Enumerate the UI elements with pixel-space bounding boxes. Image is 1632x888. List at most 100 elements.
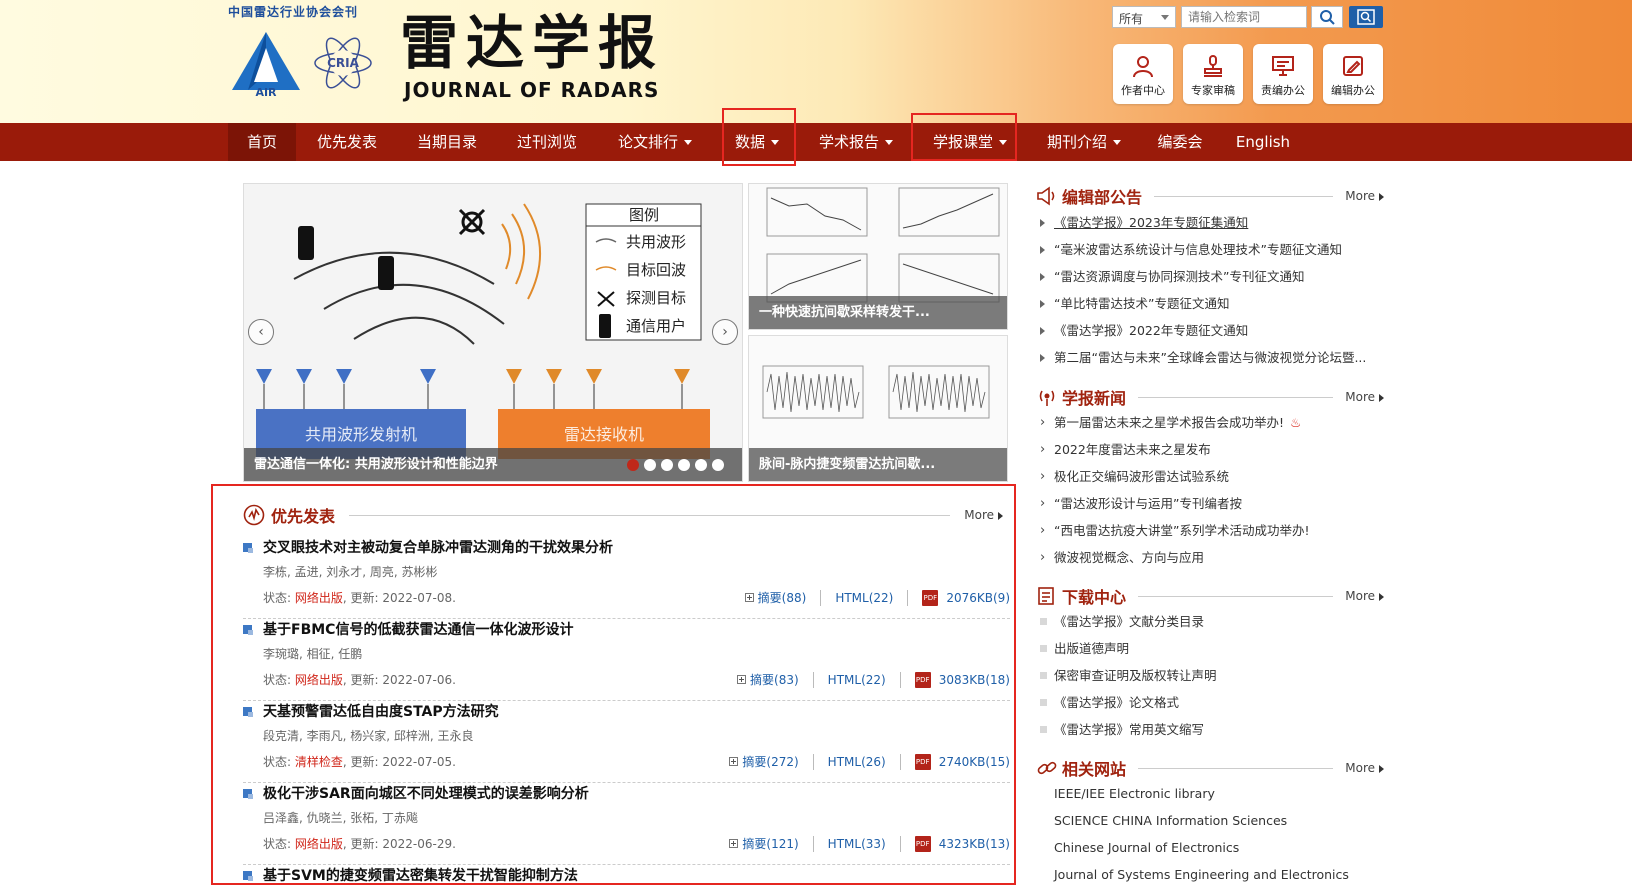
thumb-caption[interactable]: 脉间-脉内捷变频雷达抗间歇... bbox=[749, 448, 1007, 481]
download-item[interactable]: 《雷达学报》常用英文缩写 bbox=[1040, 716, 1375, 743]
news-item[interactable]: › 第一届雷达未来之星学术报告会成功举办! ♨ bbox=[1040, 409, 1375, 436]
article-title[interactable]: 天基预警雷达低自由度STAP方法研究 bbox=[263, 701, 499, 721]
nav-home[interactable]: 首页 bbox=[228, 123, 296, 161]
featured-thumb-2[interactable]: 脉间-脉内捷变频雷达抗间歇... bbox=[748, 335, 1008, 482]
responsible-editor-button[interactable]: 责编办公 bbox=[1253, 44, 1313, 104]
article-title[interactable]: 基于SVM的捷变频雷达密集转发干扰智能抑制方法 bbox=[263, 865, 578, 885]
notice-item[interactable]: “单比特雷达技术”专题征文通知 bbox=[1040, 290, 1375, 317]
notice-item[interactable]: “毫米波雷达系统设计与信息处理技术”专题征文通知 bbox=[1040, 236, 1375, 263]
editorial-office-button[interactable]: 编辑办公 bbox=[1323, 44, 1383, 104]
news-item[interactable]: › “西电雷达抗疫大讲堂”系列学术活动成功举办! bbox=[1040, 517, 1375, 544]
priority-more-link[interactable]: More bbox=[964, 508, 1003, 522]
news-more-link[interactable]: More bbox=[1345, 390, 1384, 404]
download-item[interactable]: 保密审查证明及版权转让声明 bbox=[1040, 662, 1375, 689]
nav-data[interactable]: 数据 bbox=[722, 123, 792, 161]
featured-carousel[interactable]: 图例 共用波形 目标回波 探测目标 通信用户 共用波形发射机 雷达接收机 ‹ ›… bbox=[243, 183, 743, 482]
pdf-icon[interactable]: PDF bbox=[914, 671, 931, 688]
pdf-icon[interactable]: PDF bbox=[914, 835, 931, 852]
related-site-item[interactable]: Chinese Journal of Electronics bbox=[1040, 834, 1375, 861]
download-link[interactable]: 《雷达学报》常用英文缩写 bbox=[1054, 722, 1204, 737]
links-more-link[interactable]: More bbox=[1345, 761, 1384, 775]
html-link[interactable]: HTML(26) bbox=[828, 755, 886, 769]
download-link[interactable]: 《雷达学报》文献分类目录 bbox=[1054, 614, 1204, 629]
advanced-search-button[interactable] bbox=[1349, 6, 1383, 28]
carousel-dot[interactable] bbox=[661, 459, 673, 471]
news-item[interactable]: › “雷达波形设计与运用”专刊编者按 bbox=[1040, 490, 1375, 517]
notice-link[interactable]: 《雷达学报》2023年专题征集通知 bbox=[1054, 215, 1248, 230]
expand-icon[interactable] bbox=[744, 593, 754, 602]
expand-icon[interactable] bbox=[729, 839, 739, 848]
abstract-link[interactable]: 摘要(88) bbox=[758, 589, 807, 606]
pdf-link[interactable]: 4323KB(13) bbox=[939, 837, 1010, 851]
pdf-link[interactable]: 3083KB(18) bbox=[939, 673, 1010, 687]
news-link[interactable]: 2022年度雷达未来之星发布 bbox=[1054, 442, 1211, 457]
carousel-dot[interactable] bbox=[678, 459, 690, 471]
html-link[interactable]: HTML(22) bbox=[828, 673, 886, 687]
notice-item[interactable]: 《雷达学报》2022年专题征文通知 bbox=[1040, 317, 1375, 344]
news-item[interactable]: › 极化正交编码波形雷达试验系统 bbox=[1040, 463, 1375, 490]
author-center-button[interactable]: 作者中心 bbox=[1113, 44, 1173, 104]
related-site-link[interactable]: SCIENCE CHINA Information Sciences bbox=[1054, 813, 1287, 828]
related-site-link[interactable]: IEEE/IEE Electronic library bbox=[1054, 786, 1215, 801]
abstract-link[interactable]: 摘要(272) bbox=[742, 753, 798, 770]
related-site-link[interactable]: Chinese Journal of Electronics bbox=[1054, 840, 1239, 855]
download-link[interactable]: 出版道德声明 bbox=[1054, 641, 1129, 656]
html-link[interactable]: HTML(22) bbox=[835, 591, 893, 605]
expand-icon[interactable] bbox=[729, 757, 739, 766]
thumb-caption[interactable]: 一种快速抗间歇采样转发干... bbox=[749, 296, 1007, 329]
carousel-dot[interactable] bbox=[712, 459, 724, 471]
abstract-link[interactable]: 摘要(83) bbox=[750, 671, 799, 688]
nav-archive[interactable]: 过刊浏览 bbox=[505, 123, 589, 161]
nav-english[interactable]: English bbox=[1226, 123, 1300, 161]
download-link[interactable]: 保密审查证明及版权转让声明 bbox=[1054, 668, 1217, 683]
expand-icon[interactable] bbox=[737, 675, 747, 684]
downloads-more-link[interactable]: More bbox=[1345, 589, 1384, 603]
carousel-dot[interactable] bbox=[695, 459, 707, 471]
notice-item[interactable]: 第二届“雷达与未来”全球峰会雷达与微波视觉分论坛暨... bbox=[1040, 344, 1375, 371]
notice-link[interactable]: 第二届“雷达与未来”全球峰会雷达与微波视觉分论坛暨... bbox=[1054, 350, 1366, 365]
related-site-item[interactable]: Journal of Systems Engineering and Elect… bbox=[1040, 861, 1375, 888]
notice-link[interactable]: 《雷达学报》2022年专题征文通知 bbox=[1054, 323, 1248, 338]
news-link[interactable]: 微波视觉概念、方向与应用 bbox=[1054, 550, 1204, 565]
search-button[interactable] bbox=[1311, 6, 1343, 28]
download-item[interactable]: 《雷达学报》文献分类目录 bbox=[1040, 608, 1375, 635]
carousel-prev-button[interactable]: ‹ bbox=[248, 319, 274, 345]
notice-link[interactable]: “雷达资源调度与协同探测技术”专刊征文通知 bbox=[1054, 269, 1304, 284]
nav-classroom[interactable]: 学报课堂 bbox=[920, 123, 1020, 161]
article-title[interactable]: 交叉眼技术对主被动复合单脉冲雷达测角的干扰效果分析 bbox=[263, 537, 613, 557]
notice-item[interactable]: “雷达资源调度与协同探测技术”专刊征文通知 bbox=[1040, 263, 1375, 290]
carousel-dot[interactable] bbox=[627, 459, 639, 471]
carousel-next-button[interactable]: › bbox=[712, 319, 738, 345]
nav-editorial-board[interactable]: 编委会 bbox=[1145, 123, 1215, 161]
abstract-link[interactable]: 摘要(121) bbox=[742, 835, 798, 852]
expert-review-button[interactable]: 专家审稿 bbox=[1183, 44, 1243, 104]
news-item[interactable]: › 2022年度雷达未来之星发布 bbox=[1040, 436, 1375, 463]
news-item[interactable]: › 微波视觉概念、方向与应用 bbox=[1040, 544, 1375, 571]
featured-thumb-1[interactable]: 一种快速抗间歇采样转发干... bbox=[748, 183, 1008, 330]
nav-ranking[interactable]: 论文排行 bbox=[605, 123, 705, 161]
related-site-item[interactable]: SCIENCE CHINA Information Sciences bbox=[1040, 807, 1375, 834]
pdf-link[interactable]: 2076KB(9) bbox=[946, 591, 1010, 605]
search-input[interactable] bbox=[1181, 6, 1307, 28]
cria-logo[interactable]: CRIA bbox=[312, 30, 374, 96]
related-site-item[interactable]: IEEE/IEE Electronic library bbox=[1040, 780, 1375, 807]
download-link[interactable]: 《雷达学报》论文格式 bbox=[1054, 695, 1179, 710]
related-site-link[interactable]: Journal of Systems Engineering and Elect… bbox=[1054, 867, 1349, 882]
nav-about[interactable]: 期刊介绍 bbox=[1034, 123, 1134, 161]
download-item[interactable]: 《雷达学报》论文格式 bbox=[1040, 689, 1375, 716]
notice-link[interactable]: “单比特雷达技术”专题征文通知 bbox=[1054, 296, 1229, 311]
article-title[interactable]: 极化干涉SAR面向城区不同处理模式的误差影响分析 bbox=[263, 783, 589, 803]
html-link[interactable]: HTML(33) bbox=[828, 837, 886, 851]
news-link[interactable]: 第一届雷达未来之星学术报告会成功举办! bbox=[1054, 415, 1284, 430]
news-link[interactable]: “雷达波形设计与运用”专刊编者按 bbox=[1054, 496, 1242, 511]
article-title[interactable]: 基于FBMC信号的低截获雷达通信一体化波形设计 bbox=[263, 619, 573, 639]
news-link[interactable]: 极化正交编码波形雷达试验系统 bbox=[1054, 469, 1229, 484]
carousel-dot[interactable] bbox=[644, 459, 656, 471]
nav-reports[interactable]: 学术报告 bbox=[806, 123, 906, 161]
search-scope-select[interactable]: 所有 bbox=[1112, 6, 1176, 28]
nav-priority[interactable]: 优先发表 bbox=[305, 123, 389, 161]
notice-link[interactable]: “毫米波雷达系统设计与信息处理技术”专题征文通知 bbox=[1054, 242, 1342, 257]
air-logo[interactable]: AIR bbox=[228, 30, 304, 98]
news-link[interactable]: “西电雷达抗疫大讲堂”系列学术活动成功举办! bbox=[1054, 523, 1309, 538]
notice-item[interactable]: 《雷达学报》2023年专题征集通知 bbox=[1040, 209, 1375, 236]
